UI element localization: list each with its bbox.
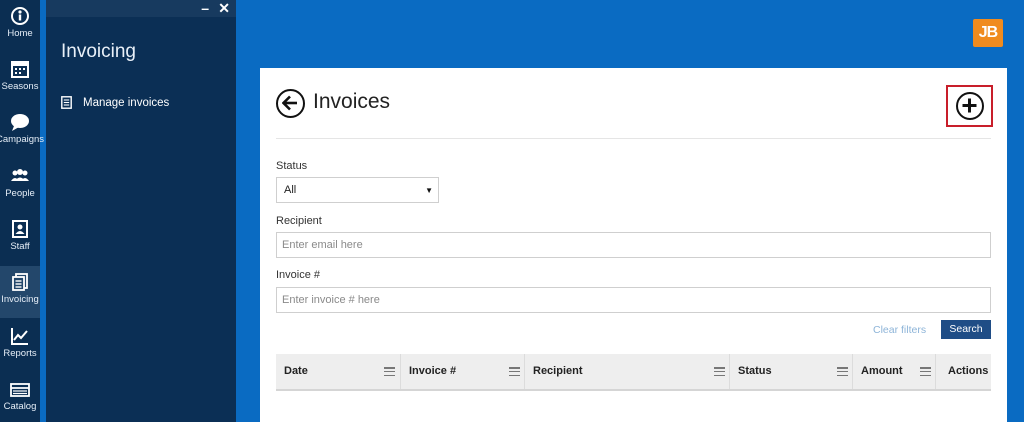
column-header-label: Date bbox=[284, 365, 308, 377]
rail-item-seasons[interactable]: Seasons bbox=[0, 53, 40, 105]
invoice-number-label: Invoice # bbox=[276, 269, 321, 281]
column-header-recipient[interactable]: Recipient bbox=[524, 354, 729, 389]
invoices-table-header: Date Invoice # Recipient Status Amount A… bbox=[276, 354, 991, 391]
column-menu-icon[interactable] bbox=[837, 367, 848, 377]
add-invoice-button[interactable] bbox=[956, 92, 984, 120]
arrow-left-circle-icon bbox=[282, 95, 297, 111]
column-menu-icon[interactable] bbox=[509, 367, 520, 377]
add-invoice-highlight[interactable] bbox=[946, 85, 993, 127]
column-header-label: Recipient bbox=[533, 365, 583, 377]
document-icon bbox=[61, 96, 72, 109]
rail-item-label: People bbox=[5, 188, 35, 199]
plus-circle-icon bbox=[962, 98, 977, 113]
back-button[interactable] bbox=[276, 89, 305, 118]
column-menu-icon[interactable] bbox=[384, 367, 395, 377]
invoices-card: Invoices Status All ▼ Recipient Invoice … bbox=[260, 68, 1007, 422]
rail-item-label: Catalog bbox=[3, 401, 37, 412]
rail-item-home[interactable]: Home bbox=[0, 0, 40, 52]
calendar-icon bbox=[11, 61, 29, 78]
rail-item-catalog[interactable]: Catalog bbox=[0, 373, 40, 422]
rail-item-label: Reports bbox=[3, 348, 37, 359]
minimize-button[interactable]: – bbox=[201, 1, 209, 15]
recipient-label: Recipient bbox=[276, 215, 322, 227]
column-header-label: Invoice # bbox=[409, 365, 457, 377]
brand-logo: JB bbox=[973, 19, 1003, 47]
panel-link-manage-invoices[interactable]: Manage invoices bbox=[61, 96, 169, 109]
chart-icon bbox=[11, 328, 28, 345]
status-select[interactable]: All ▼ bbox=[276, 177, 439, 203]
rail-item-label: Staff bbox=[10, 241, 30, 252]
column-header-label: Actions bbox=[948, 365, 989, 377]
rail-item-reports[interactable]: Reports bbox=[0, 320, 40, 372]
column-menu-icon[interactable] bbox=[714, 367, 725, 377]
close-button[interactable]: ✕ bbox=[218, 1, 230, 15]
rail-item-label: Campaigns bbox=[0, 134, 45, 145]
divider bbox=[276, 138, 991, 139]
column-header-status[interactable]: Status bbox=[729, 354, 852, 389]
rail-item-invoicing[interactable]: Invoicing bbox=[0, 266, 40, 318]
invoice-number-input[interactable] bbox=[276, 287, 991, 313]
column-header-label: Status bbox=[738, 365, 772, 377]
rail-item-people[interactable]: People bbox=[0, 160, 40, 212]
people-icon bbox=[11, 169, 29, 181]
column-header-date[interactable]: Date bbox=[276, 354, 400, 389]
chat-bubble-icon bbox=[11, 114, 29, 131]
invoicing-side-panel: – ✕ Invoicing Manage invoices bbox=[46, 0, 236, 422]
invoice-icon bbox=[12, 273, 28, 291]
recipient-email-input[interactable] bbox=[276, 232, 991, 258]
clear-filters-link[interactable]: Clear filters bbox=[873, 324, 926, 336]
rail-item-campaigns[interactable]: Campaigns bbox=[0, 106, 44, 158]
column-header-actions: Actions bbox=[935, 354, 991, 389]
panel-title: Invoicing bbox=[61, 41, 136, 62]
staff-badge-icon bbox=[12, 220, 28, 238]
column-header-label: Amount bbox=[861, 365, 903, 377]
column-header-invoice-number[interactable]: Invoice # bbox=[400, 354, 524, 389]
column-menu-icon[interactable] bbox=[920, 367, 931, 377]
panel-link-label: Manage invoices bbox=[83, 96, 170, 109]
column-header-amount[interactable]: Amount bbox=[852, 354, 935, 389]
catalog-icon bbox=[10, 383, 30, 397]
rail-item-label: Invoicing bbox=[1, 294, 39, 305]
caret-down-icon: ▼ bbox=[425, 186, 433, 195]
search-button[interactable]: Search bbox=[941, 320, 991, 339]
home-info-icon bbox=[11, 7, 29, 25]
rail-item-label: Home bbox=[7, 28, 33, 39]
rail-item-staff[interactable]: Staff bbox=[0, 213, 40, 265]
panel-titlebar: – ✕ bbox=[46, 0, 236, 17]
status-select-value: All bbox=[284, 184, 297, 196]
page-title: Invoices bbox=[313, 90, 391, 113]
app-rail: Home Seasons Campaigns People Staff Invo… bbox=[0, 0, 44, 422]
status-label: Status bbox=[276, 160, 308, 172]
rail-item-label: Seasons bbox=[1, 81, 39, 92]
